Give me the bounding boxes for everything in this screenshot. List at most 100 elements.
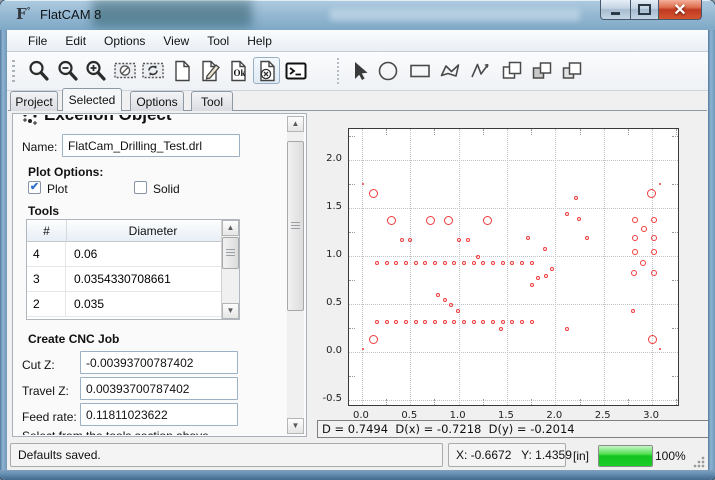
scrollbar-thumb[interactable] [287, 141, 304, 311]
gridline-x [507, 129, 508, 405]
scroll-down-icon[interactable]: ▼ [222, 303, 239, 319]
drill-hole-marker [476, 255, 480, 259]
zoom-fit-button[interactable] [25, 57, 52, 84]
tools-table-scrollbar[interactable]: ▲ ▼ [221, 220, 239, 319]
tab-options[interactable]: Options [130, 91, 184, 111]
drill-hole-marker [481, 320, 485, 324]
minor-tick [349, 136, 355, 137]
drill-hole-marker [472, 261, 476, 265]
drill-hole-marker [651, 217, 657, 223]
replot-button[interactable] [139, 57, 166, 84]
draw-polygon-button[interactable] [436, 57, 463, 84]
tools-table-header[interactable]: # Diameter [27, 220, 239, 242]
measure-readout: D = 0.7494 D(x) = -0.7218 D(y) = -0.2014 [317, 420, 709, 438]
solid-checkbox[interactable] [134, 181, 147, 194]
tool-diameter-cell[interactable]: 0.0354330708661 [66, 267, 239, 291]
run-script-button[interactable]: Ok [225, 57, 252, 84]
edit-geometry-button[interactable] [196, 57, 223, 84]
drill-hole-marker [632, 249, 638, 255]
minor-tick [349, 232, 355, 233]
scrollbar-thumb[interactable] [222, 237, 239, 269]
new-file-button[interactable] [168, 57, 195, 84]
plot-checkbox[interactable]: ✔ [28, 181, 41, 194]
maximize-button[interactable] [631, 0, 658, 20]
geo-intersection-button[interactable] [528, 57, 555, 84]
geo-union-icon [500, 59, 524, 83]
menu-file[interactable]: File [19, 31, 56, 51]
draw-circle-button[interactable] [374, 57, 401, 84]
clear-plot-button[interactable] [111, 57, 138, 84]
tab-selected[interactable]: Selected [62, 88, 122, 111]
table-row[interactable]: 40.06 [27, 242, 239, 267]
delete-object-button[interactable] [253, 57, 280, 84]
window-border-bottom [0, 470, 715, 480]
drill-hole-marker [436, 293, 440, 297]
toolbar-drag-handle[interactable] [12, 60, 15, 84]
resize-grip-icon[interactable] [692, 456, 705, 468]
toolbar-separator [337, 58, 339, 84]
tab-project[interactable]: Project [10, 91, 58, 111]
drill-hole-marker [499, 327, 503, 331]
delete-object-icon [255, 59, 279, 83]
menu-edit[interactable]: Edit [56, 31, 95, 51]
scroll-up-icon[interactable]: ▲ [287, 116, 304, 132]
panel-scrollbar[interactable]: ▲ ▼ [287, 116, 304, 434]
tool-diameter-cell[interactable]: 0.035 [66, 292, 239, 316]
pointer-tool-button[interactable] [346, 57, 373, 84]
menu-view[interactable]: View [154, 31, 198, 51]
gridline-x [362, 129, 363, 405]
drill-hole-marker [385, 320, 389, 324]
menu-help[interactable]: Help [238, 31, 281, 51]
drill-hole-marker [362, 348, 364, 350]
progress-label: 100% [655, 449, 686, 463]
tab-tool[interactable]: Tool [191, 91, 233, 111]
tool-number-cell[interactable]: 4 [27, 242, 66, 266]
cut-z-label: Cut Z: [22, 358, 55, 372]
travel-z-input[interactable] [80, 377, 238, 400]
drill-hole-marker [631, 309, 635, 313]
plot-axes[interactable] [348, 128, 679, 406]
name-input[interactable] [62, 134, 240, 157]
drill-hole-marker [526, 236, 530, 240]
scroll-down-icon[interactable]: ▼ [287, 418, 304, 434]
tool-number-cell[interactable]: 3 [27, 267, 66, 291]
tools-table-body: 40.0630.035433070866120.035 [27, 242, 239, 317]
menu-tool[interactable]: Tool [198, 31, 238, 51]
cut-z-input[interactable] [80, 351, 238, 374]
name-label: Name: [22, 140, 57, 154]
tool-number-cell[interactable]: 2 [27, 292, 66, 316]
shell-button[interactable] [282, 57, 309, 84]
drill-hole-marker [394, 261, 398, 265]
zoom-in-button[interactable] [82, 57, 109, 84]
scroll-up-icon[interactable]: ▲ [222, 220, 239, 236]
menu-options[interactable]: Options [95, 31, 154, 51]
svg-text:Ok: Ok [233, 68, 245, 78]
plot-checkbox-label[interactable]: Plot [47, 182, 68, 196]
feed-rate-input[interactable] [80, 403, 238, 426]
geo-subtract-button[interactable] [558, 57, 585, 84]
plot-figure[interactable]: 0.00.51.01.52.02.53.0-0.50.00.51.01.52.0 [313, 111, 707, 419]
units-label[interactable]: [in] [573, 449, 589, 463]
minor-tick [349, 184, 355, 185]
drill-hole-marker [462, 320, 466, 324]
drill-hole-marker [543, 247, 547, 251]
zoom-out-button[interactable] [54, 57, 81, 84]
minimize-button[interactable] [600, 0, 631, 20]
new-file-icon [170, 59, 194, 83]
column-header-number[interactable]: # [27, 220, 67, 241]
tool-diameter-cell[interactable]: 0.06 [66, 242, 239, 266]
minor-tick [672, 184, 678, 185]
minor-tick [434, 129, 435, 135]
geo-union-button[interactable] [498, 57, 525, 84]
draw-path-button[interactable] [466, 57, 493, 84]
draw-rectangle-button[interactable] [406, 57, 433, 84]
table-row[interactable]: 20.035 [27, 292, 239, 317]
gridline-y [349, 160, 678, 161]
titlebar-glass-artifact [330, 9, 580, 21]
column-header-diameter[interactable]: Diameter [67, 220, 239, 241]
drill-hole-marker [648, 335, 657, 344]
solid-checkbox-label[interactable]: Solid [153, 182, 180, 196]
close-button[interactable]: ✕ [658, 0, 702, 20]
tab-pane: Excellon Object Name: Plot Options: ✔ Pl… [8, 110, 707, 440]
table-row[interactable]: 30.0354330708661 [27, 267, 239, 292]
